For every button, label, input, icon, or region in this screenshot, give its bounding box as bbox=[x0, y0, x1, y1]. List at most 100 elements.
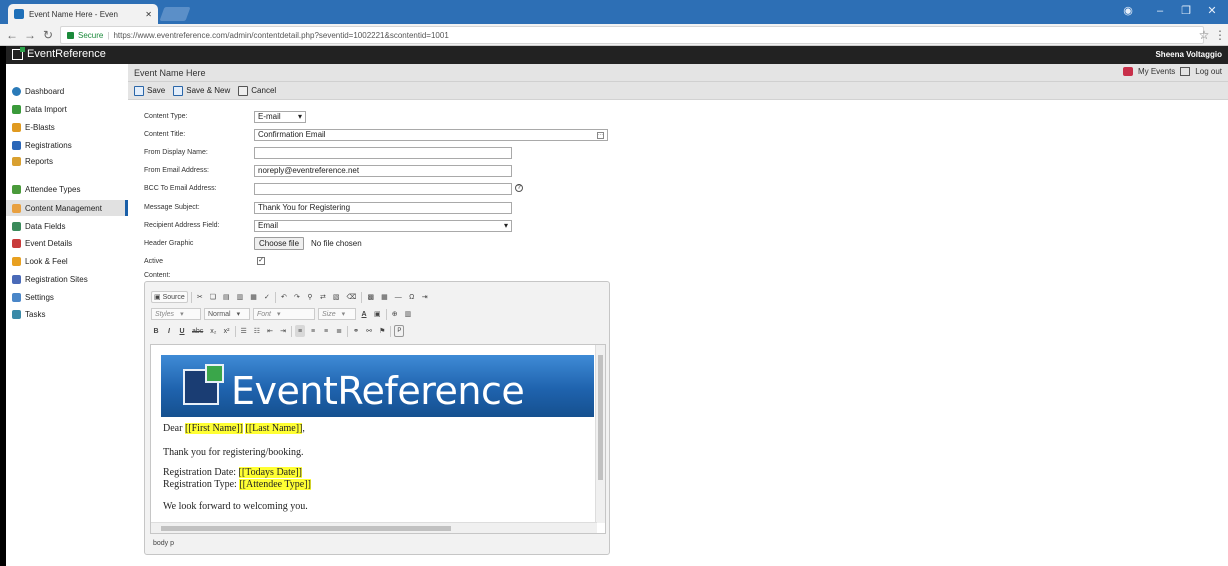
cut-icon[interactable]: ✂ bbox=[195, 291, 205, 303]
table-icon[interactable]: ▦ bbox=[379, 291, 390, 303]
horizontal-scrollbar[interactable] bbox=[151, 522, 597, 533]
paste-icon[interactable]: ▤ bbox=[221, 291, 232, 303]
bookmark-star-icon[interactable]: ☆ bbox=[1196, 27, 1212, 43]
sidebar-item-look-feel[interactable]: Look & Feel bbox=[6, 253, 128, 269]
italic-icon[interactable]: I bbox=[164, 325, 174, 337]
sidebar-item-registration-sites[interactable]: Registration Sites bbox=[6, 271, 128, 287]
browser-menu-icon[interactable]: ⋮ bbox=[1212, 27, 1228, 43]
sidebar-item-label: Settings bbox=[25, 292, 54, 302]
justify-icon[interactable]: ≣ bbox=[334, 325, 344, 337]
unlink-icon[interactable]: ⚯ bbox=[364, 325, 374, 337]
my-events-link[interactable]: My Events bbox=[1138, 67, 1175, 76]
sidebar-item-settings[interactable]: Settings bbox=[6, 289, 128, 305]
outdent-icon[interactable]: ⇤ bbox=[265, 325, 275, 337]
profile-icon[interactable]: ◉ bbox=[1116, 3, 1140, 19]
text-color-icon[interactable]: A bbox=[359, 308, 369, 320]
bcc-input[interactable] bbox=[254, 183, 512, 195]
sidebar-item-reports[interactable]: Reports bbox=[6, 153, 128, 169]
sidebar-item-registrations[interactable]: Registrations bbox=[6, 137, 128, 153]
strike-icon[interactable]: abc bbox=[190, 325, 205, 337]
save-new-button[interactable]: Save & New bbox=[173, 85, 230, 96]
align-left-icon[interactable]: ≡ bbox=[295, 325, 306, 337]
remove-format-icon[interactable]: ⌫ bbox=[345, 291, 359, 303]
bold-icon[interactable]: B bbox=[151, 325, 161, 337]
sidebar-item-e-blasts[interactable]: E-Blasts bbox=[6, 119, 128, 135]
save-icon bbox=[134, 85, 144, 96]
subscript-icon[interactable]: x₂ bbox=[208, 325, 218, 337]
close-window-icon[interactable]: ✕ bbox=[1200, 3, 1224, 19]
brand[interactable]: EventReference bbox=[12, 46, 106, 60]
user-name[interactable]: Sheena Voltaggio bbox=[1155, 50, 1222, 59]
vertical-scroll-thumb[interactable] bbox=[598, 355, 603, 480]
from-display-input[interactable] bbox=[254, 147, 512, 159]
page-break-icon[interactable]: ⇥ bbox=[420, 291, 430, 303]
recipient-select[interactable]: Email ▾ bbox=[254, 220, 512, 232]
font-select[interactable]: Font ▾ bbox=[253, 308, 315, 320]
copy-icon[interactable]: ❏ bbox=[208, 291, 218, 303]
redo-icon[interactable]: ↷ bbox=[292, 291, 302, 303]
subject-input[interactable]: Thank You for Registering bbox=[254, 202, 512, 214]
editor-content-area[interactable]: EventReference Dear [[First Name]] [[Las… bbox=[150, 344, 606, 534]
horizontal-scroll-thumb[interactable] bbox=[161, 526, 451, 531]
source-button[interactable]: ▣ Source bbox=[151, 291, 188, 303]
help-icon[interactable]: ? bbox=[515, 184, 523, 192]
sidebar-item-label: Data Fields bbox=[25, 221, 66, 231]
choose-file-button[interactable]: Choose file bbox=[254, 237, 305, 250]
editor-toolbar-row-3: B I U abc x₂ x² ☰ ☷ ⇤ ⇥ ≡ ≡ ≡ ≣ ⚭ ⚯ ⚑ P bbox=[151, 324, 405, 338]
new-tab-button[interactable] bbox=[159, 7, 191, 21]
format-select[interactable]: Normal ▾ bbox=[204, 308, 250, 320]
reload-icon[interactable]: ↻ bbox=[40, 27, 56, 43]
vertical-scrollbar[interactable] bbox=[595, 345, 605, 523]
undo-icon[interactable]: ↶ bbox=[279, 291, 289, 303]
align-center-icon[interactable]: ≡ bbox=[308, 325, 318, 337]
superscript-icon[interactable]: x² bbox=[222, 325, 232, 337]
paste-text-icon[interactable]: ▥ bbox=[235, 291, 246, 303]
cancel-button[interactable]: Cancel bbox=[238, 85, 276, 96]
element-path[interactable]: body p bbox=[153, 540, 174, 547]
image-icon[interactable]: ▩ bbox=[365, 291, 376, 303]
browser-tab[interactable]: Event Name Here - Even ✕ bbox=[8, 4, 158, 24]
size-select[interactable]: Size ▾ bbox=[318, 308, 356, 320]
sidebar-item-data-fields[interactable]: Data Fields bbox=[6, 218, 128, 234]
from-email-input[interactable]: noreply@eventreference.net bbox=[254, 165, 512, 177]
find-icon[interactable]: ⚲ bbox=[305, 291, 315, 303]
restore-icon[interactable]: ❐ bbox=[1174, 3, 1198, 19]
replace-icon[interactable]: ⇄ bbox=[318, 291, 328, 303]
anchor-icon[interactable]: ⚑ bbox=[377, 325, 387, 337]
horizontal-rule-icon[interactable]: ― bbox=[393, 291, 404, 303]
styles-select[interactable]: Styles ▾ bbox=[151, 308, 201, 320]
back-icon[interactable]: ← bbox=[4, 27, 20, 43]
sidebar-item-tasks[interactable]: Tasks bbox=[6, 306, 128, 322]
maximize-icon[interactable]: ⊕ bbox=[390, 308, 400, 320]
log-out-link[interactable]: Log out bbox=[1195, 67, 1222, 76]
placeholder-icon[interactable]: P bbox=[394, 325, 405, 337]
select-all-icon[interactable]: ▧ bbox=[331, 291, 342, 303]
align-right-icon[interactable]: ≡ bbox=[321, 325, 331, 337]
field-expand-icon[interactable]: ⋯ bbox=[597, 131, 604, 139]
bullet-list-icon[interactable]: ☷ bbox=[252, 325, 262, 337]
spellcheck-icon[interactable]: ✓ bbox=[262, 291, 272, 303]
sidebar-item-attendee-types[interactable]: Attendee Types bbox=[6, 181, 128, 197]
underline-icon[interactable]: U bbox=[177, 325, 187, 337]
content-type-select[interactable]: E-mail ▾ bbox=[254, 111, 306, 123]
content-title-input[interactable]: Confirmation Email ⋯ bbox=[254, 129, 608, 141]
minimize-icon[interactable]: – bbox=[1148, 3, 1172, 19]
sidebar-item-content-management[interactable]: Content Management bbox=[6, 200, 128, 216]
paste-word-icon[interactable]: ▦ bbox=[248, 291, 259, 303]
show-blocks-icon[interactable]: ▥ bbox=[403, 308, 414, 320]
special-char-icon[interactable]: Ω bbox=[407, 291, 417, 303]
sidebar-item-data-import[interactable]: Data Import bbox=[6, 101, 128, 117]
sidebar-item-dashboard[interactable]: Dashboard bbox=[6, 83, 128, 99]
forward-icon[interactable]: → bbox=[22, 27, 38, 43]
numbered-list-icon[interactable]: ☰ bbox=[239, 325, 249, 337]
save-button[interactable]: Save bbox=[134, 85, 165, 96]
url-input[interactable]: Secure | https://www.eventreference.com/… bbox=[60, 26, 1204, 44]
sidebar-item-event-details[interactable]: Event Details bbox=[6, 235, 128, 251]
active-checkbox[interactable]: ✓ bbox=[257, 257, 265, 265]
bg-color-icon[interactable]: ▣ bbox=[372, 308, 383, 320]
link-icon[interactable]: ⚭ bbox=[351, 325, 361, 337]
close-tab-icon[interactable]: ✕ bbox=[145, 10, 152, 19]
toolbar-separator bbox=[361, 291, 363, 303]
active-label: Active bbox=[144, 258, 164, 265]
indent-icon[interactable]: ⇥ bbox=[278, 325, 288, 337]
